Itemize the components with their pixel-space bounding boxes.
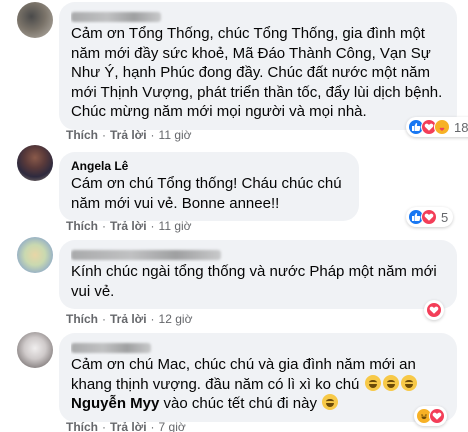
- comment-text: Cảm ơn Tổng Thống, chúc Tổng Thống, gia …: [71, 25, 447, 120]
- love-reaction-icon: [421, 209, 437, 225]
- reply-link[interactable]: Trả lời: [110, 312, 147, 326]
- comment-text: Cảm ơn chú Mac, chúc chú và gia đình năm…: [71, 356, 421, 393]
- like-link[interactable]: Thích: [66, 420, 98, 432]
- like-link[interactable]: Thích: [66, 219, 98, 233]
- comment-author[interactable]: [71, 246, 445, 262]
- comment-author[interactable]: Angela Lê: [71, 158, 347, 174]
- grin-emoji-icon: [382, 374, 399, 391]
- mention-link[interactable]: Nguyễn Myy: [71, 395, 159, 412]
- comment-time[interactable]: 7 giờ: [159, 420, 186, 432]
- reactions-summary[interactable]: 5: [406, 207, 454, 227]
- like-link[interactable]: Thích: [66, 312, 98, 326]
- comment-actions: Thích · Trả lời · 11 giờ: [66, 219, 192, 233]
- comment-time[interactable]: 11 giờ: [159, 128, 192, 142]
- reply-link[interactable]: Trả lời: [110, 219, 147, 233]
- comment-time[interactable]: 11 giờ: [159, 219, 192, 233]
- avatar[interactable]: [17, 2, 53, 38]
- grin-emoji-icon: [400, 374, 417, 391]
- love-reaction-icon: [426, 302, 442, 318]
- reaction-count: 5: [441, 209, 449, 225]
- comment-actions: Thích · Trả lời · 12 giờ: [66, 312, 193, 326]
- comment-text-line: Nguyễn Myy vào chúc tết chú đi này: [71, 394, 445, 414]
- reaction-count: 181: [454, 119, 468, 135]
- comment-time[interactable]: 12 giờ: [159, 312, 193, 326]
- grin-emoji-icon: [364, 374, 381, 391]
- comment-bubble: Cảm ơn Tổng Thống, chúc Tổng Thống, gia …: [59, 2, 457, 130]
- avatar[interactable]: [17, 332, 53, 368]
- reply-link[interactable]: Trả lời: [110, 420, 147, 432]
- comment-author[interactable]: [71, 8, 445, 24]
- comment-bubble: Kính chúc ngài tổng thống và nước Pháp m…: [59, 240, 457, 309]
- comment-actions: Thích · Trả lời · 11 giờ: [66, 128, 192, 142]
- avatar[interactable]: [17, 145, 53, 181]
- comment-bubble: Cảm ơn chú Mac, chúc chú và gia đình năm…: [59, 333, 457, 422]
- comment-author[interactable]: [71, 339, 445, 355]
- grin-emoji-icon: [322, 394, 339, 410]
- reactions-summary[interactable]: 181: [406, 117, 468, 137]
- reactions-summary[interactable]: [424, 300, 444, 320]
- care-reaction-icon: [434, 119, 450, 135]
- reactions-summary[interactable]: [414, 406, 447, 426]
- comment-text: Cám ơn chú Tổng thống! Cháu chúc chú năm…: [71, 175, 346, 212]
- love-reaction-icon: [429, 408, 445, 424]
- reply-link[interactable]: Trả lời: [110, 128, 147, 142]
- comment-actions: Thích · Trả lời · 7 giờ: [66, 420, 186, 432]
- avatar[interactable]: [17, 237, 53, 273]
- comment-bubble: Angela Lê Cám ơn chú Tổng thống! Cháu ch…: [59, 152, 359, 221]
- comment-text: Kính chúc ngài tổng thống và nước Pháp m…: [71, 263, 441, 300]
- like-link[interactable]: Thích: [66, 128, 98, 142]
